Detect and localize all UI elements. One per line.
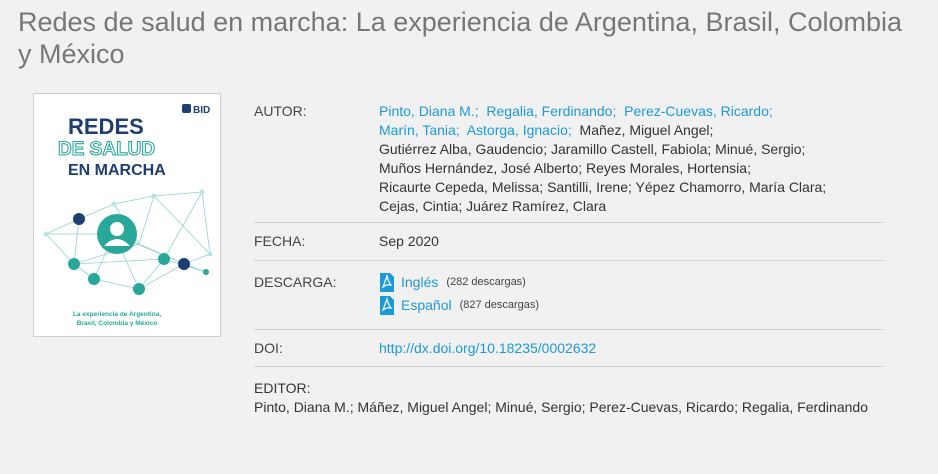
editor-row: EDITOR: Pinto, Diana M.; Máñez, Miguel A…: [254, 367, 884, 425]
cover-subtitle-line-2: Brasil, Colombia y México: [77, 320, 158, 327]
author-link[interactable]: Pinto, Diana M.;: [379, 103, 479, 119]
date-label: FECHA:: [254, 233, 306, 249]
doi-row: DOI: http://dx.doi.org/10.18235/0002632: [254, 330, 884, 367]
author-link[interactable]: Perez-Cuevas, Ricardo;: [624, 103, 773, 119]
author-text: Muños Hernández, José Alberto; Reyes Mor…: [379, 160, 751, 176]
download-label: DESCARGA:: [254, 274, 337, 290]
download-row: DESCARGA: Inglés (282 descargas) Español…: [254, 261, 884, 330]
author-text: Gutiérrez Alba, Gaudencio; Jaramillo Cas…: [379, 141, 806, 157]
doi-link[interactable]: http://dx.doi.org/10.18235/0002632: [379, 340, 596, 356]
author-link[interactable]: Regalia, Ferdinando;: [486, 103, 616, 119]
cover-title-line-3: EN MARCHA: [68, 162, 166, 179]
download-count: (827 descargas): [459, 299, 540, 311]
cover-title-line-1: REDES: [68, 114, 144, 139]
author-link[interactable]: Marín, Tania;: [379, 122, 460, 138]
editor-label: EDITOR:: [254, 380, 311, 396]
person-icon: [97, 214, 137, 254]
author-link[interactable]: Astorga, Ignacio;: [467, 122, 572, 138]
download-item: Español (827 descargas): [379, 296, 884, 315]
download-list: Inglés (282 descargas) Español (827 desc…: [379, 273, 884, 319]
download-spanish-link[interactable]: Español: [401, 296, 452, 315]
cover-art: BID REDES DE SALUD EN MARCHA La experien…: [34, 94, 220, 336]
download-count: (282 descargas): [446, 276, 526, 288]
pdf-icon: [380, 296, 394, 315]
download-item: Inglés (282 descargas): [379, 273, 884, 292]
publication-metadata: AUTOR: Pinto, Diana M.; Regalia, Ferdina…: [254, 92, 884, 425]
page-title: Redes de salud en marcha: La experiencia…: [18, 7, 903, 69]
doi-label: DOI:: [254, 340, 283, 356]
download-english-link[interactable]: Inglés: [401, 273, 438, 292]
editor-value: Pinto, Diana M.; Máñez, Miguel Angel; Mi…: [254, 399, 868, 415]
author-text: Cejas, Cintia; Juárez Ramírez, Clara: [379, 198, 607, 214]
pdf-icon: [380, 273, 394, 292]
author-text: Mañez, Miguel Angel;: [579, 122, 714, 138]
author-row: AUTOR: Pinto, Diana M.; Regalia, Ferdina…: [254, 92, 884, 223]
cover-brand: BID: [193, 105, 210, 116]
cover-subtitle-line-1: La experiencia de Argentina,: [73, 311, 161, 318]
author-label: AUTOR:: [254, 103, 307, 119]
date-value: Sep 2020: [379, 233, 439, 249]
author-list: Pinto, Diana M.; Regalia, Ferdinando; Pe…: [379, 102, 884, 216]
book-cover[interactable]: BID REDES DE SALUD EN MARCHA La experien…: [33, 93, 221, 337]
cover-title-line-2: DE SALUD: [58, 139, 155, 160]
date-row: FECHA: Sep 2020: [254, 223, 884, 261]
author-text: Ricaurte Cepeda, Melissa; Santilli, Iren…: [379, 179, 827, 195]
